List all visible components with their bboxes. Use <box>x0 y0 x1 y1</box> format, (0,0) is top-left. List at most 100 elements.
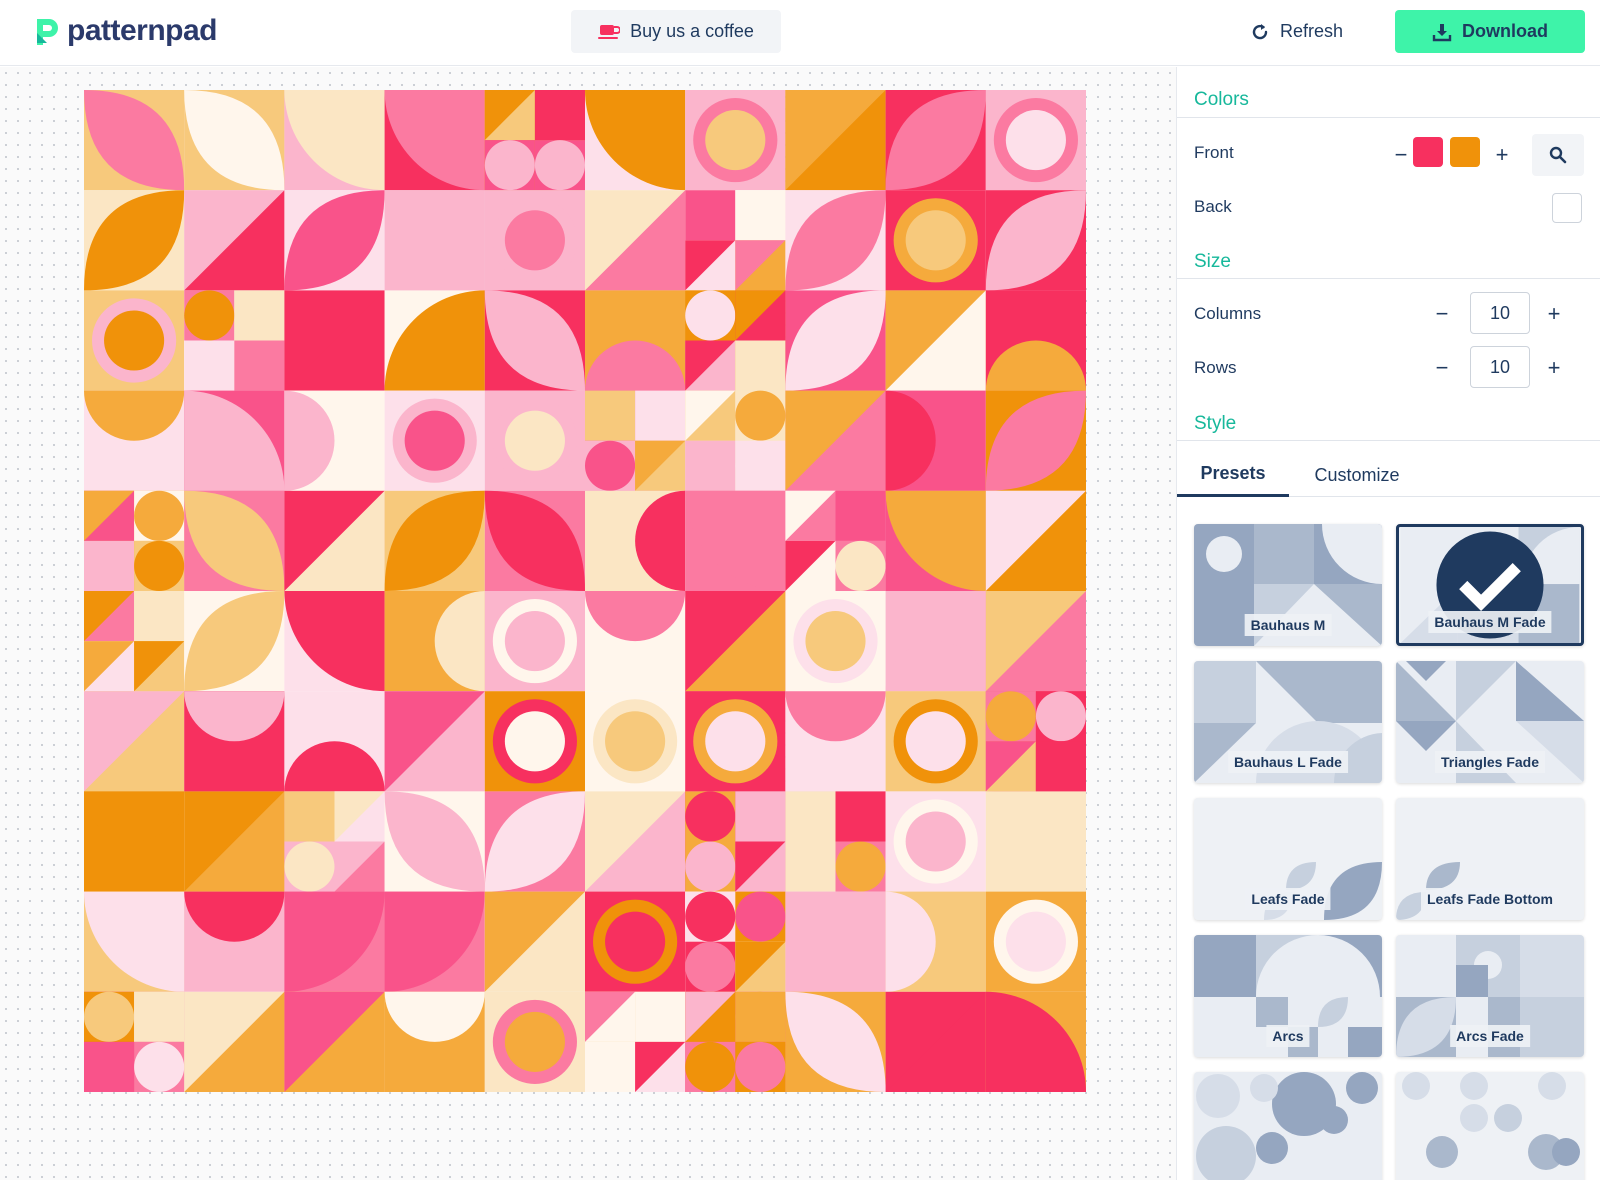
preset-card[interactable] <box>1396 1072 1584 1180</box>
pattern-tile <box>504 410 565 471</box>
front-add-color-button[interactable]: + <box>1490 143 1514 167</box>
preset-card[interactable]: Leafs Fade <box>1194 798 1382 920</box>
pattern-tile <box>84 540 135 591</box>
pattern-tile <box>685 891 736 942</box>
pattern-tile <box>635 390 686 441</box>
preset-card[interactable]: Arcs Fade <box>1396 935 1584 1057</box>
pattern-tile <box>404 410 465 471</box>
preset-label: Bauhaus M Fade <box>1428 611 1552 633</box>
style-tabs: Presets Customize <box>1177 453 1600 497</box>
pattern-tile <box>905 811 966 872</box>
columns-decrement-button[interactable]: − <box>1430 302 1454 326</box>
pattern-tile <box>234 290 285 341</box>
pattern-tile <box>585 390 636 441</box>
pattern-tile <box>134 1041 185 1092</box>
pattern-tile <box>284 841 335 892</box>
front-label: Front <box>1194 143 1234 162</box>
back-color-swatch[interactable] <box>1552 193 1582 223</box>
pattern-tile <box>905 210 966 271</box>
preset-thumbnail <box>1396 1072 1584 1180</box>
pattern-tile <box>685 941 736 992</box>
buy-coffee-label: Buy us a coffee <box>630 21 754 41</box>
pattern-tile <box>605 911 666 972</box>
pattern-tile <box>1005 110 1066 171</box>
coffee-cup-icon <box>598 24 621 39</box>
pattern-tile <box>84 1041 135 1092</box>
columns-label: Columns <box>1194 304 1262 323</box>
preset-label: Bauhaus M <box>1244 614 1332 636</box>
refresh-label: Refresh <box>1280 21 1344 41</box>
rows-increment-button[interactable]: + <box>1542 356 1566 380</box>
pattern-tile <box>534 140 585 191</box>
pattern-tile <box>735 1041 786 1092</box>
preset-card[interactable]: Bauhaus M <box>1194 524 1382 646</box>
pattern-tile <box>184 290 235 341</box>
download-label: Download <box>1462 21 1548 41</box>
tab-customize[interactable]: Customize <box>1289 453 1425 497</box>
pattern-tile <box>1005 911 1066 972</box>
preset-card[interactable] <box>1194 1072 1382 1180</box>
pattern-tile <box>484 140 535 191</box>
size-section-title: Size <box>1194 251 1231 272</box>
pattern-tile <box>685 440 736 491</box>
pattern-tile <box>234 340 285 391</box>
pattern-tile <box>705 110 766 171</box>
pattern-tile <box>685 841 736 892</box>
pattern-tile <box>735 791 786 842</box>
colors-section-title: Colors <box>1194 89 1249 110</box>
pattern-tile <box>705 711 766 772</box>
preset-label: Bauhaus L Fade <box>1228 751 1348 773</box>
pattern-tile <box>284 791 335 842</box>
preset-card[interactable]: Arcs <box>1194 935 1382 1057</box>
rows-label: Rows <box>1194 358 1237 377</box>
pattern-tile <box>534 90 585 141</box>
back-label: Back <box>1194 197 1232 216</box>
pattern-tile <box>735 891 786 942</box>
download-button[interactable]: Download <box>1395 10 1585 53</box>
preset-card[interactable]: Leafs Fade Bottom <box>1396 798 1584 920</box>
pattern-tile <box>685 791 736 842</box>
pattern-tile <box>735 991 786 1042</box>
columns-input[interactable] <box>1470 292 1530 334</box>
pattern-tile <box>1035 691 1086 742</box>
pattern-tile <box>985 691 1036 742</box>
logo[interactable]: patternpad <box>33 14 218 48</box>
pattern-tile <box>84 991 135 1042</box>
color-search-button[interactable] <box>1532 134 1584 176</box>
pattern-tile <box>134 490 185 541</box>
preset-thumbnail <box>1194 1072 1382 1180</box>
refresh-button[interactable]: Refresh <box>1240 10 1353 53</box>
top-bar: patternpad Buy us a coffee Refresh Downl… <box>0 0 1600 66</box>
pattern-tile <box>785 841 836 892</box>
pattern-canvas[interactable] <box>84 90 1086 1092</box>
pattern-tile <box>585 1041 636 1092</box>
canvas-area <box>0 67 1176 1180</box>
preset-label: Arcs Fade <box>1450 1025 1530 1047</box>
divider <box>1177 117 1600 118</box>
columns-increment-button[interactable]: + <box>1542 302 1566 326</box>
front-color-swatch-2[interactable] <box>1450 137 1480 167</box>
front-color-swatch-1[interactable] <box>1413 137 1443 167</box>
pattern-tile <box>134 540 185 591</box>
pattern-tile <box>504 711 565 772</box>
buy-coffee-button[interactable]: Buy us a coffee <box>571 10 781 53</box>
preset-card-selected[interactable]: Bauhaus M Fade <box>1396 524 1584 646</box>
front-remove-color-button[interactable]: − <box>1389 143 1413 167</box>
pattern-tile <box>805 611 866 672</box>
pattern-tile <box>134 591 185 642</box>
download-icon <box>1432 23 1452 41</box>
pattern-tile <box>635 991 686 1042</box>
pattern-tile <box>605 711 666 772</box>
preset-card[interactable]: Triangles Fade <box>1396 661 1584 783</box>
preset-label: Leafs Fade Bottom <box>1420 888 1560 910</box>
logo-text: patternpad <box>67 14 218 47</box>
rows-decrement-button[interactable]: − <box>1430 356 1454 380</box>
pattern-tile <box>504 611 565 672</box>
logo-icon <box>37 19 58 45</box>
tab-presets[interactable]: Presets <box>1177 453 1289 497</box>
pattern-tile <box>835 791 886 842</box>
rows-input[interactable] <box>1470 346 1530 388</box>
pattern-tile <box>785 791 836 842</box>
preset-card[interactable]: Bauhaus L Fade <box>1194 661 1382 783</box>
pattern-tile <box>905 711 966 772</box>
